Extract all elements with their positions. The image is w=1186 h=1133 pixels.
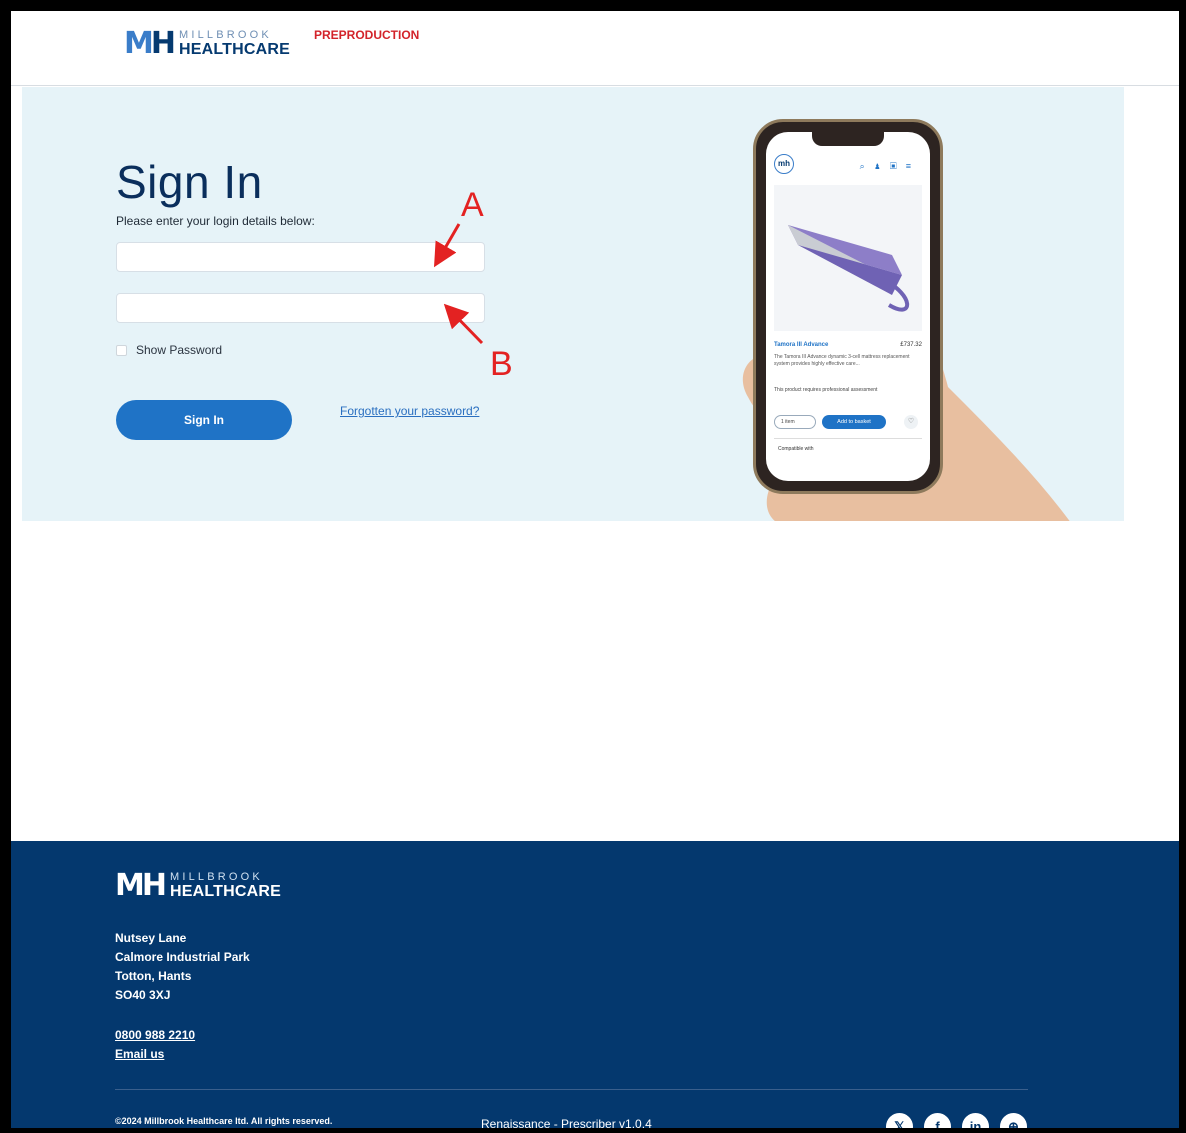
address-line: Calmore Industrial Park xyxy=(115,950,250,964)
mini-nav-icons: ⌕♟▣≡ xyxy=(859,161,920,171)
phone-notch xyxy=(812,132,884,146)
mattress-pump-image xyxy=(774,185,922,331)
page-title: Sign In xyxy=(116,156,263,208)
environment-label: PREPRODUCTION xyxy=(314,28,420,42)
mini-logo: mh xyxy=(774,154,794,174)
mini-assessment-note: This product requires professional asses… xyxy=(774,387,878,393)
x-icon[interactable]: 𝕏 xyxy=(886,1113,913,1128)
mini-add-button: Add to basket xyxy=(822,415,886,429)
mini-product-name: Tamora III Advance xyxy=(774,342,829,348)
show-password-checkbox[interactable] xyxy=(116,344,127,356)
logo-wordmark: MILLBROOK HEALTHCARE xyxy=(178,29,290,58)
phone-mockup: mh ⌕♟▣≡ Tamora III Advance £737.32 The T… xyxy=(753,119,943,494)
facebook-icon[interactable]: f xyxy=(924,1113,951,1128)
signin-hero: Sign In Please enter your login details … xyxy=(22,87,1124,521)
show-password-row[interactable]: Show Password xyxy=(116,343,222,357)
footer-logo-mark: MH xyxy=(115,868,167,903)
mini-qty-select: 1 item xyxy=(774,415,816,429)
footer-address: Nutsey Lane Calmore Industrial Park Tott… xyxy=(115,929,250,1005)
footer-logo[interactable]: MH MILLBROOK HEALTHCARE xyxy=(115,871,281,901)
mini-heart-icon: ♡ xyxy=(904,415,918,429)
mini-compatible: Compatible with xyxy=(774,438,922,458)
footer-divider xyxy=(115,1089,1028,1090)
footer-phone-link[interactable]: 0800 988 2210 xyxy=(115,1028,195,1042)
show-password-label[interactable]: Show Password xyxy=(136,343,222,357)
sign-in-button[interactable]: Sign In xyxy=(116,400,292,440)
annotation-label-a: A xyxy=(461,186,484,224)
linkedin-icon[interactable]: in xyxy=(962,1113,989,1128)
mini-product-description: The Tamora III Advance dynamic 3-cell ma… xyxy=(774,354,910,367)
site-footer: MH MILLBROOK HEALTHCARE Nutsey Lane Calm… xyxy=(11,841,1179,1128)
username-input[interactable] xyxy=(116,242,485,272)
footer-logo-wordmark: MILLBROOK HEALTHCARE xyxy=(169,871,281,900)
address-line: SO40 3XJ xyxy=(115,988,171,1002)
forgot-password-link[interactable]: Forgotten your password? xyxy=(340,404,479,418)
address-line: Nutsey Lane xyxy=(115,931,187,945)
annotation-label-b: B xyxy=(490,345,513,383)
website-icon[interactable]: ⊕ xyxy=(1000,1113,1027,1128)
site-header: MH MILLBROOK HEALTHCARE PREPRODUCTION xyxy=(11,11,1179,86)
address-line: Totton, Hants xyxy=(115,969,192,983)
phone-screen: mh ⌕♟▣≡ Tamora III Advance £737.32 The T… xyxy=(766,132,930,481)
footer-email-link[interactable]: Email us xyxy=(115,1047,164,1061)
signin-instructions: Please enter your login details below: xyxy=(116,214,315,228)
browser-page: MH MILLBROOK HEALTHCARE PREPRODUCTION Si… xyxy=(11,11,1179,1128)
copyright-text: ©2024 Millbrook Healthcare ltd. All righ… xyxy=(115,1116,333,1126)
password-input[interactable] xyxy=(116,293,485,323)
mini-product-price: £737.32 xyxy=(900,342,922,348)
app-version: Renaissance - Prescriber v1.0.4 xyxy=(481,1117,652,1128)
social-links: 𝕏 f in ⊕ xyxy=(886,1113,1027,1128)
logo-mark: MH xyxy=(124,26,176,61)
millbrook-logo[interactable]: MH MILLBROOK HEALTHCARE xyxy=(124,29,290,59)
